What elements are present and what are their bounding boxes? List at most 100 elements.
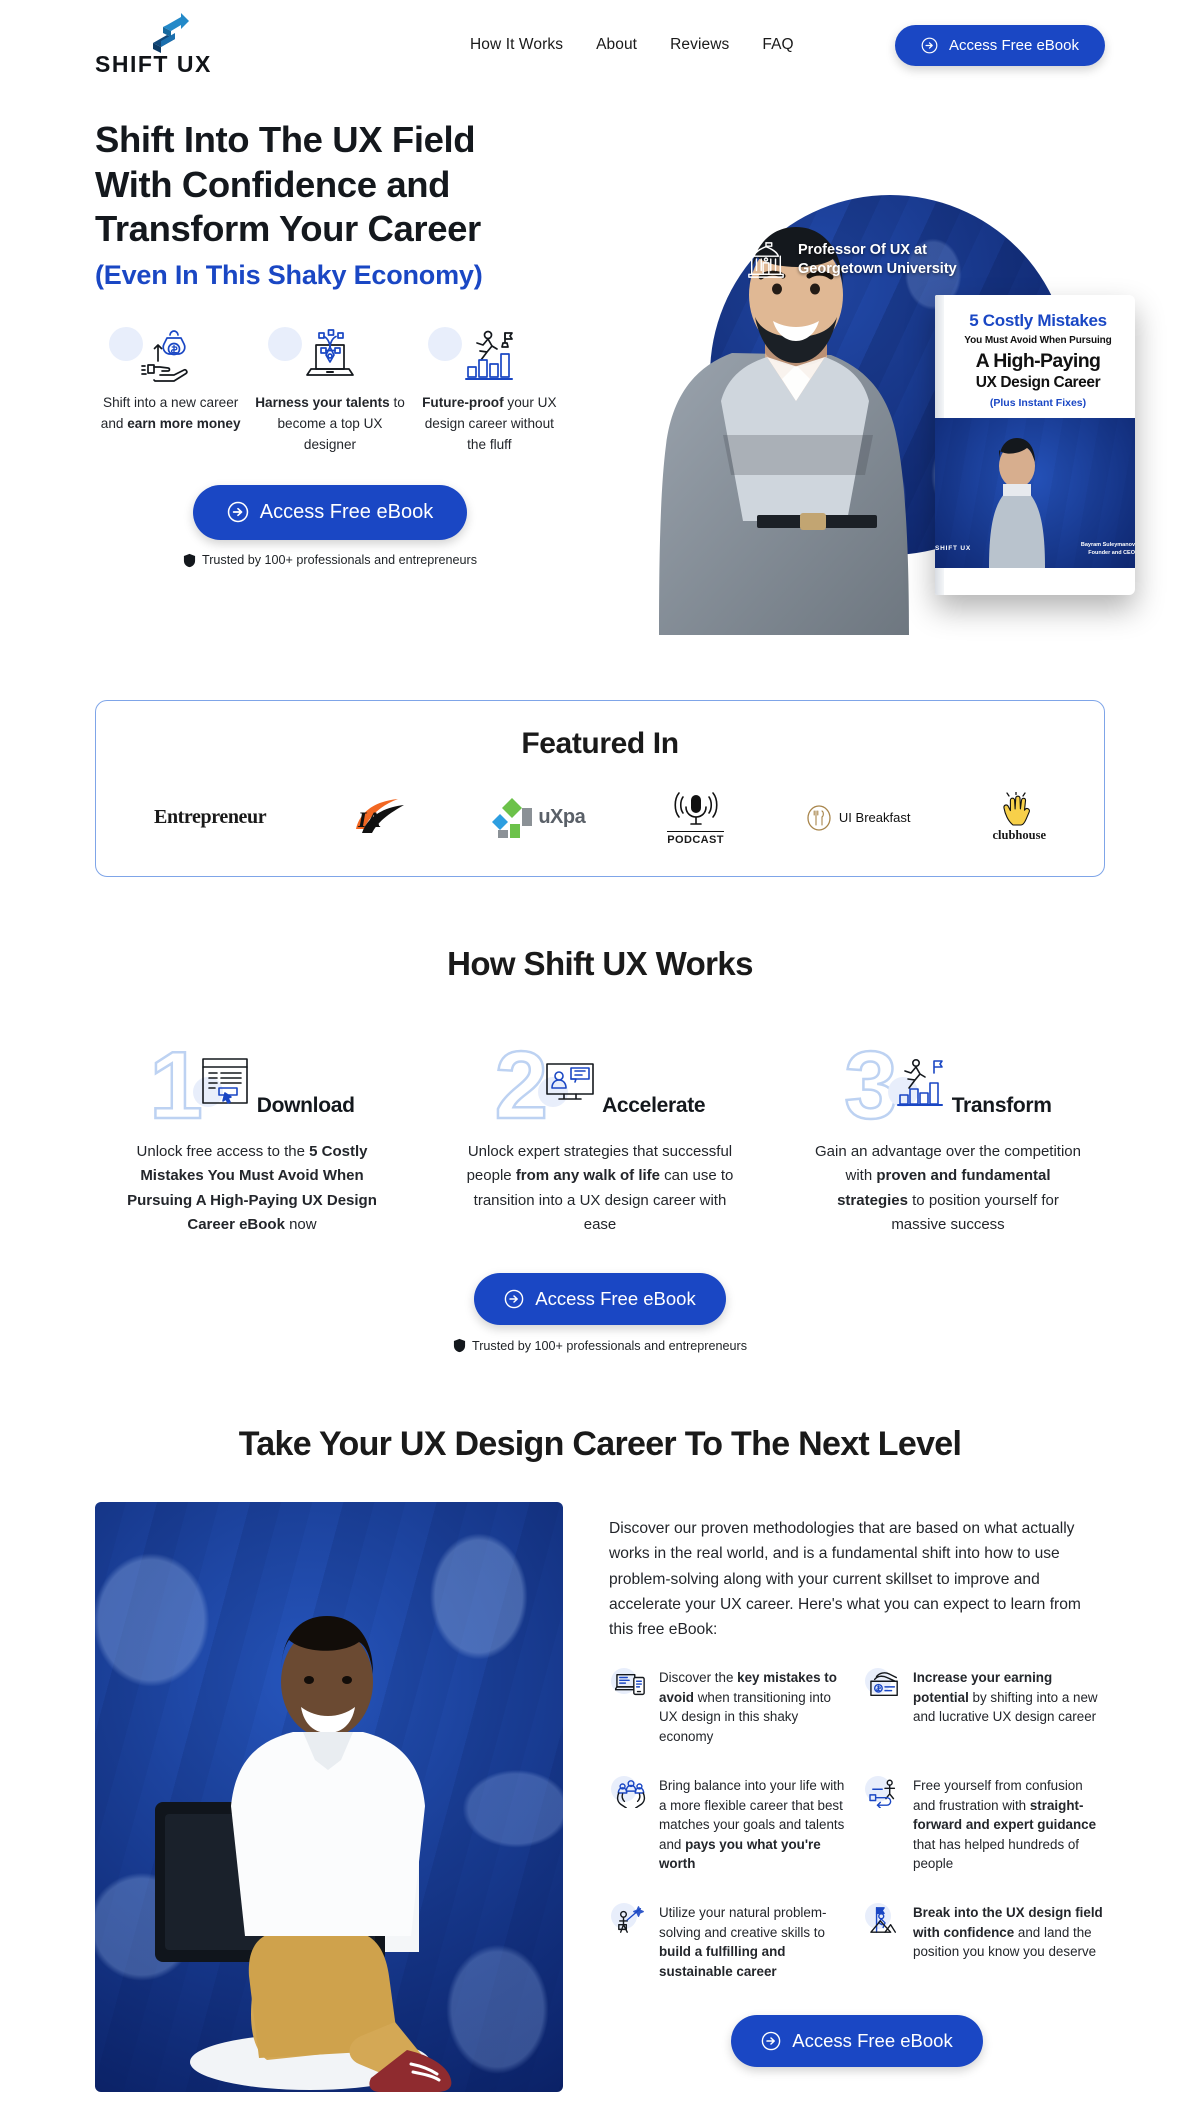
- ebook-cover-photo: SHIFT UX Bayram Suleymanov Founder and C…: [935, 418, 1135, 568]
- uxpa-logo-text: uXpa: [538, 806, 586, 828]
- featured-in-logos: Entrepreneur IA uXpa PODCAST UI Breakfas…: [136, 789, 1064, 846]
- ebook-cover: 5 Costly Mistakes You Must Avoid When Pu…: [935, 295, 1135, 595]
- step-description: Unlock free access to the 5 Costly Mista…: [118, 1140, 386, 1237]
- money-cash-icon: [865, 1668, 903, 1705]
- benefit-item: Break into the UX design field with conf…: [865, 1903, 1105, 1981]
- how-it-works-access-free-ebook-button[interactable]: Access Free eBook: [474, 1273, 726, 1326]
- main-nav: How It Works About Reviews FAQ: [470, 36, 794, 54]
- step-description: Gain an advantage over the competition w…: [814, 1140, 1082, 1237]
- hero-access-free-ebook-button[interactable]: Access Free eBook: [192, 484, 468, 540]
- how-it-works-trusted-text: Trusted by 100+ professionals and entrep…: [471, 1338, 747, 1353]
- step-header: 2 Accelerate: [426, 1021, 774, 1135]
- ebook-title-line-4: UX Design Career: [975, 374, 1101, 391]
- how-it-works-title: How Shift UX Works: [447, 945, 753, 982]
- how-it-works-steps: 1 Download Unlock free access to the 5 C…: [0, 1021, 1200, 1237]
- uxpa-logo-icon: [492, 797, 533, 838]
- benefit-item: Bring balance into your life with a more…: [611, 1776, 851, 1873]
- career-growth-icon: [414, 321, 565, 383]
- benefit-text: Bring balance into your life with a more…: [659, 1776, 851, 1873]
- how-it-works-trusted-row: Trusted by 100+ professionals and entrep…: [0, 1338, 1200, 1353]
- university-building-icon: [748, 242, 784, 278]
- nav-reviews[interactable]: Reviews: [670, 36, 729, 54]
- next-level-cta-label: Access Free eBook: [792, 2030, 953, 2052]
- ebook-cover-text: 5 Costly Mistakes You Must Avoid When Pu…: [935, 295, 1135, 409]
- next-level-section: Take Your UX Design Career To The Next L…: [0, 1425, 1200, 2093]
- hero-cta-wrapper: Access Free eBook Trusted by 100+ profes…: [95, 484, 565, 568]
- hero-trusted-text: Trusted by 100+ professionals and entrep…: [201, 553, 477, 568]
- benefit-text: Utilize your natural problem-solving and…: [659, 1903, 851, 1981]
- site-header: SHIFT UX How It Works About Reviews FAQ …: [0, 0, 1200, 90]
- step-text-part: to position yourself for massive success: [891, 1191, 1059, 1233]
- next-level-access-free-ebook-button[interactable]: Access Free eBook: [731, 2015, 983, 2068]
- ia-logo-text: IA: [357, 807, 381, 832]
- hero-heading-line-2: With Confidence and: [95, 163, 451, 205]
- next-level-body: Discover our proven methodologies that a…: [0, 1502, 1200, 2093]
- next-level-paragraph: Discover our proven methodologies that a…: [609, 1520, 1081, 1639]
- ebook-logo: SHIFT UX: [935, 545, 972, 552]
- benefits-grid: Discover the key mistakes to avoid when …: [609, 1668, 1105, 1981]
- hero-feature-text: Harness your talents to become a top UX …: [254, 392, 405, 455]
- professor-badge-text: Professor Of UX at Georgetown University: [798, 241, 957, 279]
- step-text-part: Unlock free access to the: [136, 1143, 310, 1160]
- ebook-author: Bayram Suleymanov Founder and CEO: [1081, 542, 1135, 558]
- next-level-content: Discover our proven methodologies that a…: [609, 1502, 1105, 2068]
- step-header: 1 Download: [78, 1021, 426, 1135]
- nav-faq[interactable]: FAQ: [762, 36, 793, 54]
- hero-section: Shift Into The UX Field With Confidence …: [0, 90, 1200, 640]
- money-hand-icon: [95, 321, 246, 383]
- benefit-text-part-bold: build a fulfilling and sustainable caree…: [659, 1944, 786, 1979]
- nav-about[interactable]: About: [596, 36, 637, 54]
- flowchart-person-icon: [865, 1776, 903, 1813]
- ebook-author-name: Bayram Suleymanov: [1080, 542, 1135, 549]
- feature-text-bold: Future-proof: [422, 394, 504, 410]
- hero-feature-text: Future-proof your UX design career witho…: [414, 392, 565, 455]
- arrow-right-circle-icon: [227, 502, 249, 523]
- monitor-user-chat-icon: [538, 1055, 596, 1112]
- benefit-text: Discover the key mistakes to avoid when …: [659, 1668, 851, 1746]
- featured-in-title: Featured In: [521, 727, 679, 760]
- benefit-item: Free yourself from confusion and frustra…: [865, 1776, 1105, 1873]
- ebook-title-line-1: 5 Costly Mistakes: [969, 311, 1107, 330]
- how-it-works-cta-wrapper: Access Free eBook Trusted by 100+ profes…: [0, 1273, 1200, 1353]
- header-cta-label: Access Free eBook: [948, 36, 1079, 54]
- how-it-works-cta-label: Access Free eBook: [535, 1288, 696, 1310]
- person-magic-wand-icon: [611, 1903, 649, 1940]
- document-click-icon: [192, 1055, 251, 1112]
- ui-breakfast-logo-text: UI Breakfast: [838, 810, 911, 825]
- hero-feature-item: Harness your talents to become a top UX …: [254, 321, 405, 455]
- step-header: 3 Transform: [774, 1021, 1122, 1135]
- step-text-part-bold: from any walk of life: [515, 1167, 661, 1185]
- hero-copy: Shift Into The UX Field With Confidence …: [95, 90, 655, 568]
- hero-heading-line-1: Shift Into The UX Field: [95, 119, 476, 160]
- ui-breakfast-logo: UI Breakfast: [806, 804, 911, 831]
- benefit-text: Break into the UX design field with conf…: [913, 1903, 1105, 1961]
- laptop-mobile-icon: [611, 1668, 649, 1705]
- benefit-text: Increase your earning potential by shift…: [913, 1668, 1105, 1726]
- professor-badge-line-1: Professor Of UX at: [798, 242, 927, 259]
- student-photo: [95, 1502, 563, 2093]
- ebook-title-line-3: A High-Paying: [975, 350, 1101, 372]
- podcast-microphone-icon: [674, 792, 718, 825]
- hero-feature-list: Shift into a new career and earn more mo…: [95, 321, 565, 455]
- clubhouse-logo-text: clubhouse: [992, 828, 1047, 842]
- nav-how-it-works[interactable]: How It Works: [470, 36, 563, 54]
- fork-knife-icon: [807, 804, 831, 831]
- hero-heading: Shift Into The UX Field With Confidence …: [95, 118, 655, 252]
- how-it-works-step: 2 Accelerate Unlock expert strategies th…: [426, 1021, 774, 1237]
- logo[interactable]: SHIFT UX: [95, 12, 275, 78]
- benefit-item: Increase your earning potential by shift…: [865, 1668, 1105, 1746]
- logo-text: SHIFT UX: [95, 50, 212, 77]
- professor-badge: Professor Of UX at Georgetown University: [745, 240, 957, 280]
- header-access-free-ebook-button[interactable]: Access Free eBook: [894, 24, 1105, 66]
- hero-trusted-row: Trusted by 100+ professionals and entrep…: [95, 553, 565, 568]
- feature-text-bold: earn more money: [127, 415, 241, 431]
- benefit-text-part: Utilize your natural problem-solving and…: [659, 1905, 827, 1940]
- benefit-item: Discover the key mistakes to avoid when …: [611, 1668, 851, 1746]
- hero-cta-label: Access Free eBook: [259, 500, 434, 523]
- landing-page: SHIFT UX How It Works About Reviews FAQ …: [0, 0, 1200, 2093]
- ebook-title-line-5: (Plus Instant Fixes): [989, 397, 1087, 409]
- uxpa-logo: uXpa: [492, 796, 586, 840]
- arrow-right-circle-icon: [921, 37, 938, 53]
- benefit-text-part: Discover the: [659, 1670, 738, 1686]
- entrepreneur-logo: Entrepreneur: [154, 806, 267, 829]
